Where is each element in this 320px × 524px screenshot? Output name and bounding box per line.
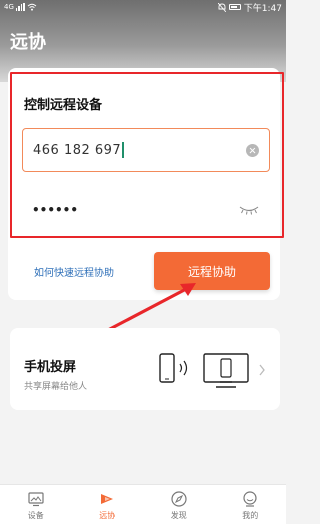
nav-label-remote-assist: 远协 bbox=[99, 511, 116, 520]
nav-item-remote-assist[interactable]: 远协 bbox=[72, 485, 144, 524]
nav-label-device: 设备 bbox=[27, 511, 44, 520]
nav-label-profile: 我的 bbox=[242, 511, 259, 520]
nav-item-discover[interactable]: 发现 bbox=[143, 485, 215, 524]
battery-icon bbox=[228, 4, 241, 10]
remote-assist-icon bbox=[101, 494, 114, 504]
page-title: 远协 bbox=[10, 32, 46, 53]
password-mask: •••••• bbox=[32, 203, 79, 217]
nav-item-device[interactable]: 设备 bbox=[0, 485, 72, 524]
screen-share-title: 手机投屏 bbox=[24, 360, 77, 375]
nav-item-profile[interactable]: 我的 bbox=[215, 485, 287, 524]
signal-label: 4G bbox=[4, 3, 14, 11]
status-time: 下午1:47 bbox=[243, 3, 282, 14]
text-cursor bbox=[122, 142, 124, 158]
status-bar: 4G 下午1:47 bbox=[0, 0, 286, 14]
device-id-value: 466 182 697 bbox=[33, 142, 122, 158]
eye-closed-icon[interactable] bbox=[238, 204, 260, 216]
compass-icon bbox=[171, 491, 187, 507]
signal-icon bbox=[15, 3, 25, 11]
device-id-input[interactable]: 466 182 697 bbox=[22, 128, 270, 172]
password-field[interactable]: •••••• bbox=[22, 192, 270, 228]
device-icon bbox=[28, 492, 44, 507]
nav-label-discover: 发现 bbox=[170, 511, 187, 520]
bottom-nav: 设备 远协 发现 我的 bbox=[0, 484, 286, 524]
chevron-right-icon[interactable] bbox=[258, 364, 266, 376]
mute-icon bbox=[217, 2, 226, 12]
profile-icon bbox=[243, 491, 257, 507]
remote-control-title: 控制远程设备 bbox=[24, 98, 103, 113]
clear-icon[interactable] bbox=[246, 143, 259, 157]
wifi-icon bbox=[27, 3, 37, 11]
screen-share-subtitle: 共享屏幕给他人 bbox=[24, 382, 88, 392]
phone-to-monitor-icon bbox=[159, 353, 249, 388]
